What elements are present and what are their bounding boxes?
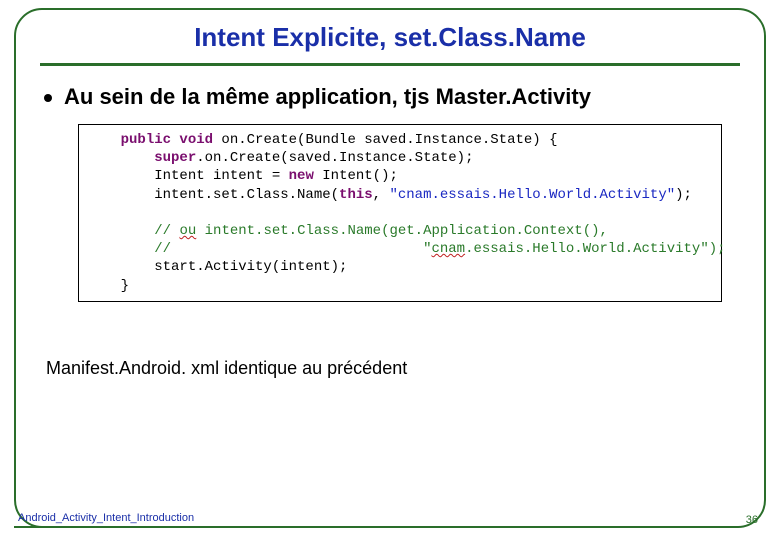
cmt-l6c: .essais.Hello.World.Activity"); <box>465 241 725 257</box>
cmt-l5a: // <box>154 223 179 239</box>
bullet-item: Au sein de la même application, tjs Mast… <box>40 84 740 110</box>
caption-text: Manifest.Android. xml identique au précé… <box>46 358 740 379</box>
code-l4c: , <box>373 187 390 203</box>
kw-public-void: public void <box>121 132 213 148</box>
code-l4e: ); <box>675 187 692 203</box>
footer-underline <box>14 526 200 528</box>
page-number: 36 <box>746 514 758 526</box>
kw-super: super <box>154 150 196 166</box>
kw-this: this <box>339 187 373 203</box>
code-l3a: Intent intent = <box>87 168 289 184</box>
cmt-cnam: cnam <box>431 241 465 257</box>
code-block: public void on.Create(Bundle saved.Insta… <box>78 124 722 302</box>
code-l2b: .on.Create(saved.Instance.State); <box>196 150 473 166</box>
str-activity: "cnam.essais.Hello.World.Activity" <box>389 187 675 203</box>
slide-frame: Intent Explicite, set.Class.Name Au sein… <box>14 8 766 528</box>
bullet-dot-icon <box>44 94 52 102</box>
kw-new: new <box>289 168 314 184</box>
cmt-l6a: // " <box>154 241 431 257</box>
footer-text: Android_Activity_Intent_Introduction <box>18 512 194 524</box>
code-l3c: Intent(); <box>314 168 398 184</box>
code-l7: start.Activity(intent); <box>87 259 347 275</box>
code-l1b: on.Create(Bundle saved.Instance.State) { <box>213 132 557 148</box>
slide-title: Intent Explicite, set.Class.Name <box>40 22 740 53</box>
code-l4a: intent.set.Class.Name( <box>87 187 339 203</box>
cmt-l5c: intent.set.Class.Name(get.Application.Co… <box>196 223 608 239</box>
cmt-ou: ou <box>179 223 196 239</box>
bullet-text: Au sein de la même application, tjs Mast… <box>64 84 591 110</box>
title-divider <box>40 63 740 66</box>
code-l8: } <box>87 278 129 294</box>
